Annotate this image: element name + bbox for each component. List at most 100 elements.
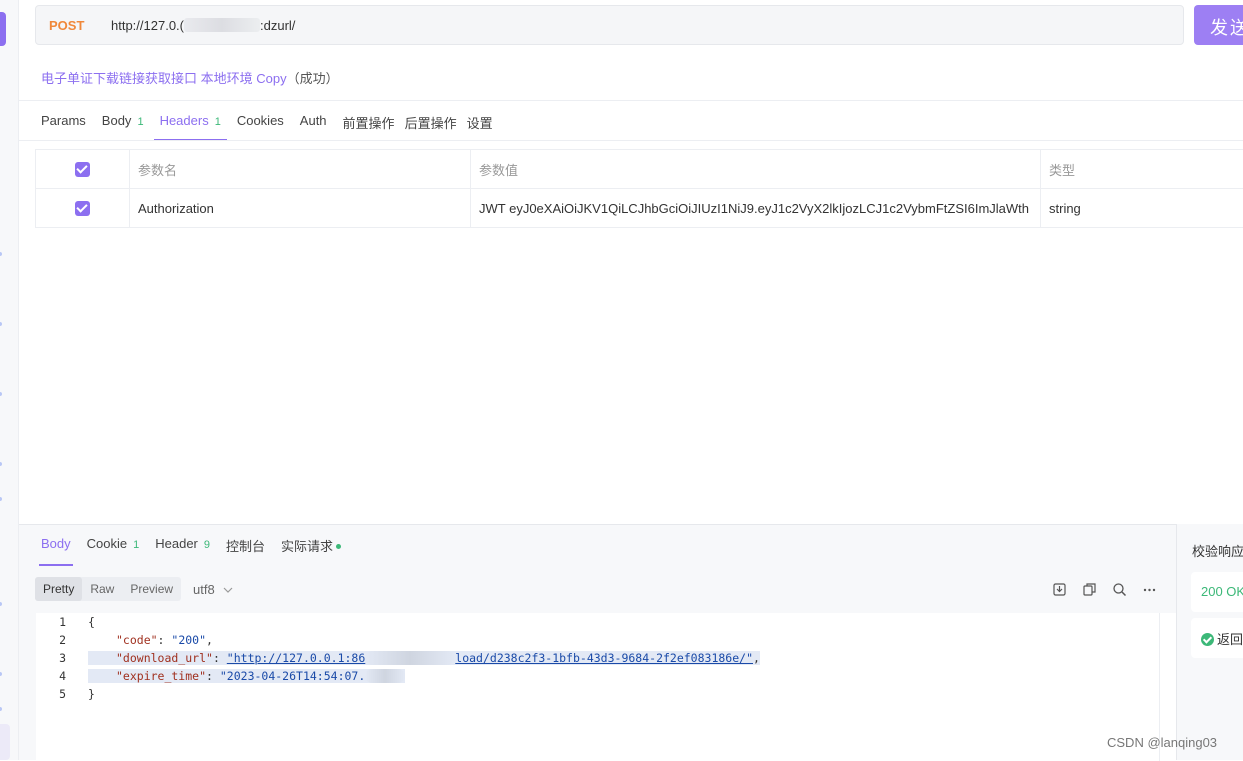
tab-console[interactable]: 控制台 xyxy=(226,536,265,566)
line-number: 2 xyxy=(59,633,66,647)
format-raw[interactable]: Raw xyxy=(82,577,122,601)
url-bar[interactable]: POST http://127.0.(:dzurl/ xyxy=(35,5,1184,45)
response-tabs: Body Cookie 1 Header 9 控制台 实际请求 xyxy=(39,536,357,566)
tab-label: 控制台 xyxy=(226,539,266,554)
search-icon[interactable] xyxy=(1111,581,1128,598)
status-box: 200 OK xyxy=(1191,572,1243,612)
tab-body[interactable]: Body 1 xyxy=(102,113,144,141)
column-header-type: 类型 xyxy=(1049,162,1076,178)
sidebar-dot xyxy=(0,392,2,396)
url-input[interactable]: http://127.0.(:dzurl/ xyxy=(111,18,295,33)
sidebar-dot xyxy=(0,602,2,606)
row-enable-checkbox[interactable] xyxy=(75,200,90,216)
json-key: "download_url" xyxy=(116,651,213,665)
status-dot-icon xyxy=(336,544,342,549)
response-code-editor[interactable]: 1 { 2 "code": "200", 3 "download_url": "… xyxy=(36,613,1159,761)
divider xyxy=(19,140,1243,141)
line-number: 4 xyxy=(59,669,66,683)
redacted-mask xyxy=(365,651,456,665)
http-method-select[interactable]: POST xyxy=(49,18,84,33)
code-line: 2 "code": "200", xyxy=(36,631,1159,649)
sidebar-active-indicator[interactable] xyxy=(0,12,6,46)
sidebar-dot xyxy=(0,252,2,256)
tab-label: 前置操作 xyxy=(342,116,395,131)
response-toolbar xyxy=(1051,581,1158,598)
headers-table: 参数名 参数值 类型 Authorization JWT eyJ0eXAiOiJ… xyxy=(35,149,1243,228)
download-icon[interactable] xyxy=(1051,581,1068,598)
tab-count-badge: 1 xyxy=(137,116,144,128)
tab-actual-request[interactable]: 实际请求 xyxy=(281,536,342,566)
tab-label: Header xyxy=(155,536,198,551)
param-name-cell[interactable]: Authorization xyxy=(130,189,471,227)
tab-count-badge: 9 xyxy=(203,539,210,551)
json-key: "expire_time" xyxy=(116,669,207,683)
column-header-name: 参数名 xyxy=(130,150,471,188)
table-row: Authorization JWT eyJ0eXAiOiJKV1QiLCJhbG… xyxy=(36,189,1243,227)
api-title[interactable]: 电子单证下载链接获取接口 本地环境 Copy（成功） xyxy=(41,68,339,87)
send-button[interactable]: 发送 xyxy=(1194,5,1243,45)
validation-result: 返回 xyxy=(1217,632,1243,647)
json-value-link[interactable]: "http://127.0.0.1:86 load/d238c2f3-1bfb-4… xyxy=(227,651,753,665)
format-switch: Pretty Raw Preview xyxy=(35,577,182,601)
sidebar-dot xyxy=(0,497,2,501)
json-key: "code" xyxy=(116,633,158,647)
sidebar-dot xyxy=(0,462,2,466)
tab-params[interactable]: Params xyxy=(41,113,86,141)
tab-label: 设置 xyxy=(466,116,493,131)
status-code: 200 OK xyxy=(1201,584,1243,599)
tab-pre-operations[interactable]: 前置操作 xyxy=(343,113,395,141)
tab-response-cookie[interactable]: Cookie 1 xyxy=(87,536,140,566)
code-line: 1 { xyxy=(36,613,1159,631)
check-circle-icon xyxy=(1201,633,1214,646)
format-preview[interactable]: Preview xyxy=(122,577,181,601)
tab-post-operations[interactable]: 后置操作 xyxy=(405,113,457,141)
sidebar-dot xyxy=(0,707,2,711)
tab-response-body[interactable]: Body xyxy=(39,536,73,566)
left-sidebar xyxy=(0,0,19,760)
validation-title: 校验响应 xyxy=(1192,544,1243,559)
param-value-cell[interactable]: JWT eyJ0eXAiOiJKV1QiLCJhbGciOiJIUzI1NiJ9… xyxy=(471,189,1041,227)
divider xyxy=(19,100,1243,101)
tab-count-badge: 1 xyxy=(214,116,221,128)
code-line: 4 "expire_time": "2023-04-26T14:54:07. xyxy=(36,667,1159,685)
link-suffix: load/d238c2f3-1bfb-43d3-9684-2f2ef083186… xyxy=(455,651,753,665)
code-text: } xyxy=(88,687,95,701)
api-status: （成功） xyxy=(286,71,339,86)
tab-label: Auth xyxy=(299,113,327,128)
tab-settings[interactable]: 设置 xyxy=(467,113,493,141)
tab-count-badge: 1 xyxy=(133,539,140,551)
link-prefix: "http://127.0.0.1:86 xyxy=(226,651,366,665)
column-header-value: 参数值 xyxy=(471,150,1041,188)
url-suffix: :dzurl/ xyxy=(260,18,296,33)
tab-label: Cookies xyxy=(236,113,284,128)
format-pretty[interactable]: Pretty xyxy=(35,577,83,601)
validation-result-box[interactable]: 返回 xyxy=(1191,618,1243,658)
sidebar-bottom-item[interactable] xyxy=(0,724,10,760)
code-line: 3 "download_url": "http://127.0.0.1:86 lo… xyxy=(36,649,1159,667)
code-line: 5 } xyxy=(36,685,1159,703)
redacted-mask xyxy=(365,669,406,683)
sidebar-dot xyxy=(0,322,2,326)
tab-headers[interactable]: Headers 1 xyxy=(153,113,228,141)
tab-label: Body xyxy=(41,536,71,551)
tab-label: Body xyxy=(101,113,132,128)
tab-label: Headers xyxy=(159,113,209,128)
api-name: 电子单证下载链接获取接口 本地环境 Copy xyxy=(41,71,287,86)
tab-label: 后置操作 xyxy=(404,116,457,131)
more-icon[interactable] xyxy=(1141,581,1158,598)
table-header-row: 参数名 参数值 类型 xyxy=(36,150,1243,189)
select-all-checkbox[interactable] xyxy=(75,161,90,177)
code-text: { xyxy=(88,615,95,629)
request-tabs: Params Body 1 Headers 1 Cookies Auth 前置操作 … xyxy=(41,113,509,141)
tab-auth[interactable]: Auth xyxy=(300,113,327,141)
encoding-select[interactable]: utf8 xyxy=(193,582,233,597)
tab-cookies[interactable]: Cookies xyxy=(237,113,284,141)
validation-panel: 校验响应 200 OK 返回 xyxy=(1176,524,1243,760)
param-type-cell[interactable]: string xyxy=(1041,189,1243,227)
tab-response-header[interactable]: Header 9 xyxy=(155,536,210,566)
sidebar-dot xyxy=(0,672,2,676)
json-value: "200" xyxy=(171,633,207,647)
line-number: 1 xyxy=(59,615,66,629)
copy-icon[interactable] xyxy=(1081,581,1098,598)
tab-label: Params xyxy=(41,113,86,128)
